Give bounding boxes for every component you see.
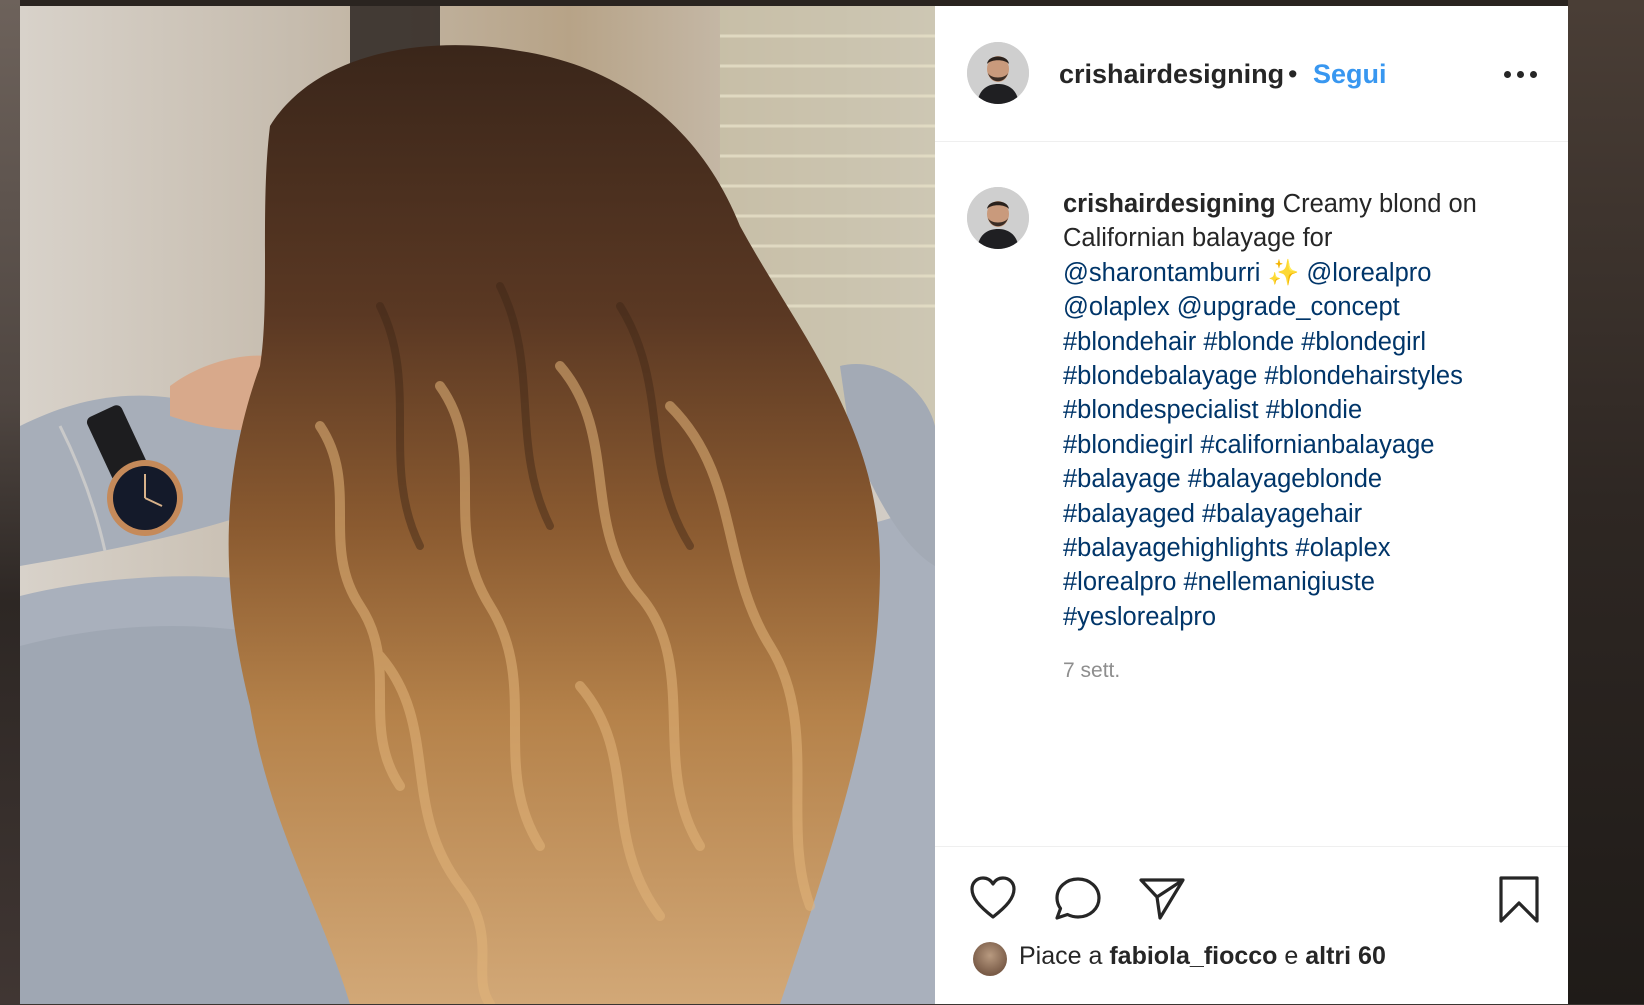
hashtag-link[interactable]: #yeslorealpro — [1063, 603, 1216, 631]
follow-button[interactable]: Segui — [1313, 59, 1387, 90]
likes-connector: e — [1284, 942, 1299, 970]
comment-icon[interactable] — [1053, 875, 1103, 928]
caption-username[interactable]: crishairdesigning — [1063, 190, 1276, 218]
action-bar: Piace a fabiola_fiocco e altri 60 — [935, 846, 1568, 1005]
hashtag-link[interactable]: #lorealpro — [1063, 568, 1176, 596]
hashtag-link[interactable]: #balayagehair — [1202, 500, 1362, 528]
hashtag-link[interactable]: #californianbalayage — [1201, 431, 1435, 459]
post-timestamp[interactable]: 7 sett. — [1063, 659, 1120, 683]
likes-others[interactable]: altri 60 — [1305, 942, 1386, 970]
post-photo[interactable] — [20, 6, 935, 1004]
hashtag-link[interactable]: #blondegirl — [1301, 328, 1426, 356]
mention-link[interactable]: @olaplex — [1063, 293, 1170, 321]
mention-link[interactable]: @upgrade_concept — [1177, 293, 1400, 321]
photo-illustration — [20, 6, 935, 1004]
hashtag-link[interactable]: #blonde — [1203, 328, 1294, 356]
hashtag-link[interactable]: #blondehairstyles — [1264, 362, 1462, 390]
hashtag-link[interactable]: #blondebalayage — [1063, 362, 1257, 390]
author-username[interactable]: crishairdesigning — [1059, 59, 1284, 90]
heart-icon[interactable] — [969, 875, 1017, 926]
bookmark-icon[interactable] — [1497, 875, 1541, 930]
header-separator: • — [1288, 59, 1298, 89]
hashtag-link[interactable]: #blondespecialist — [1063, 396, 1259, 424]
hashtag-link[interactable]: #olaplex — [1296, 534, 1391, 562]
hashtag-link[interactable]: #balayaged — [1063, 500, 1195, 528]
likes-text: Piace a fabiola_fiocco e altri 60 — [1019, 942, 1386, 971]
mention-link[interactable]: @lorealpro — [1306, 259, 1431, 287]
hashtag-link[interactable]: #balayageblonde — [1188, 465, 1382, 493]
hashtag-link[interactable]: #nellemanigiuste — [1184, 568, 1375, 596]
backdrop-left — [0, 0, 20, 1004]
hashtag-link[interactable]: #balayagehighlights — [1063, 534, 1288, 562]
hashtag-link[interactable]: #balayage — [1063, 465, 1181, 493]
liker-username[interactable]: fabiola_fiocco — [1109, 942, 1277, 970]
hashtag-link[interactable]: #blondiegirl — [1063, 431, 1193, 459]
likes-summary: Piace a fabiola_fiocco e altri 60 — [973, 942, 1533, 1002]
avatar-portrait — [967, 42, 1029, 104]
author-avatar[interactable] — [967, 42, 1029, 104]
backdrop-right — [1568, 0, 1644, 1004]
sparkles-emoji: ✨ — [1267, 258, 1300, 287]
post-panel: crishairdesigning • Segui crishairdesign… — [935, 6, 1568, 1004]
mention-link[interactable]: @sharontamburri — [1063, 259, 1260, 287]
hashtag-link[interactable]: #blondehair — [1063, 328, 1196, 356]
post-header: crishairdesigning • Segui — [935, 6, 1568, 142]
post-caption: crishairdesigning Creamy blond on Califo… — [1063, 187, 1533, 634]
likes-prefix: Piace a — [1019, 942, 1103, 970]
avatar-portrait — [967, 187, 1029, 249]
liker-avatar[interactable] — [973, 942, 1007, 976]
caption-author-avatar[interactable] — [967, 187, 1029, 249]
paper-plane-icon[interactable] — [1138, 875, 1186, 926]
more-horizontal-icon[interactable] — [1501, 62, 1541, 86]
hashtag-link[interactable]: #blondie — [1266, 396, 1362, 424]
